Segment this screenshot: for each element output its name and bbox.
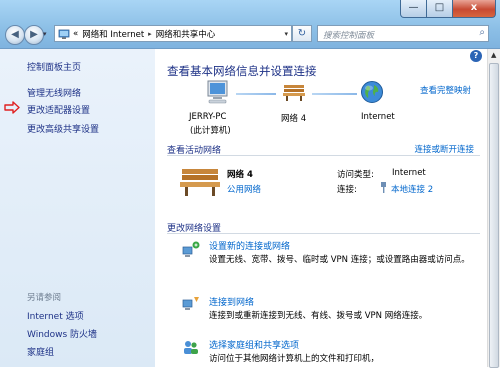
task-homegroup-desc: 访问位于其他网络计算机上的文件和打印机， [209, 354, 380, 364]
access-type-value: Internet [392, 168, 426, 178]
minimize-button[interactable]: — [400, 0, 427, 18]
connection-line-1 [236, 93, 276, 95]
address-segment-network-internet[interactable]: 网络和 Internet [82, 28, 144, 40]
address-dropdown[interactable]: ▾ [281, 30, 291, 38]
divider [167, 155, 480, 156]
vertical-scrollbar[interactable]: ▲ [487, 49, 500, 368]
page-title: 查看基本网络信息并设置连接 [167, 64, 317, 78]
connection-line-2 [312, 93, 357, 95]
connection-label: 连接: [337, 185, 357, 195]
active-network-name: 网络 4 [227, 170, 253, 180]
task-homegroup-link[interactable]: 选择家庭组和共享选项 [209, 338, 299, 351]
maximize-button[interactable]: □ [427, 0, 453, 18]
scrollbar-thumb[interactable] [489, 63, 499, 368]
search-input[interactable]: 搜索控制面板 ⌕ [317, 25, 489, 42]
see-also-internet-options[interactable]: Internet 选项 [27, 309, 84, 322]
close-button[interactable]: x [453, 0, 496, 18]
sidebar-item-advanced-sharing[interactable]: 更改高级共享设置 [27, 122, 99, 135]
magnifier-icon[interactable]: ⌕ [479, 27, 485, 38]
bench-network-icon [283, 85, 305, 101]
task-connect-network-link[interactable]: 连接到网络 [209, 295, 254, 308]
control-panel-icon [58, 29, 70, 39]
map-computer-name[interactable]: JERRY-PC [189, 112, 226, 122]
new-connection-icon [182, 241, 200, 257]
search-placeholder: 搜索控制面板 [323, 31, 375, 41]
connect-network-icon [182, 297, 199, 310]
sidebar-item-manage-wireless[interactable]: 管理无线网络 [27, 86, 81, 99]
caption-buttons: — □ x [400, 0, 496, 18]
divider [167, 233, 480, 234]
see-also-windows-firewall[interactable]: Windows 防火墙 [27, 327, 97, 340]
sidebar-item-change-adapter[interactable]: 更改适配器设置 [27, 103, 90, 116]
help-icon[interactable]: ? [470, 50, 482, 62]
address-segment-sharing-center[interactable]: 网络和共享中心 [156, 28, 216, 40]
see-also-homegroup[interactable]: 家庭组 [27, 345, 54, 358]
access-type-label: 访问类型: [337, 170, 374, 180]
ethernet-connection-icon [381, 182, 386, 193]
address-root-chevron[interactable]: « [73, 29, 78, 39]
refresh-button[interactable]: ↻ [292, 25, 312, 42]
connect-disconnect-link[interactable]: 连接或断开连接 [414, 143, 474, 155]
address-bar[interactable]: « 网络和 Internet ▸ 网络和共享中心 ▾ [54, 25, 292, 42]
sidebar-item-control-panel-home[interactable]: 控制面板主页 [27, 60, 81, 73]
network-type-link[interactable]: 公用网络 [227, 183, 261, 195]
connection-link[interactable]: 本地连接 2 [391, 183, 433, 195]
computer-icon [207, 80, 228, 104]
task-new-connection-desc: 设置无线、宽带、拨号、临时或 VPN 连接；或设置路由器或访问点。 [209, 255, 470, 265]
forward-button[interactable]: ▶ [24, 25, 44, 45]
full-map-link[interactable]: 查看完整映射 [420, 84, 471, 96]
see-also-title: 另请参阅 [27, 293, 62, 303]
homegroup-icon [184, 341, 198, 354]
recent-pages-dropdown[interactable]: ▾ [43, 30, 47, 38]
map-computer-sub: (此计算机) [190, 126, 231, 136]
map-network-name[interactable]: 网络 4 [281, 112, 306, 124]
task-new-connection-link[interactable]: 设置新的连接或网络 [209, 239, 290, 252]
address-separator[interactable]: ▸ [148, 30, 152, 38]
back-button[interactable]: ◀ [5, 25, 25, 45]
bench-network-large-icon [180, 169, 220, 196]
red-arrow-annotation-icon [4, 101, 20, 114]
task-connect-network-desc: 连接到或重新连接到无线、有线、拨号或 VPN 网络连接。 [209, 311, 428, 321]
scroll-up-icon[interactable]: ▲ [491, 51, 496, 59]
window-toolbar: — □ x ◀ ▶ ▾ « 网络和 Internet ▸ 网络和共享中心 ▾ ↻… [0, 0, 500, 49]
map-internet-label[interactable]: Internet [361, 112, 395, 122]
globe-icon [361, 81, 383, 103]
